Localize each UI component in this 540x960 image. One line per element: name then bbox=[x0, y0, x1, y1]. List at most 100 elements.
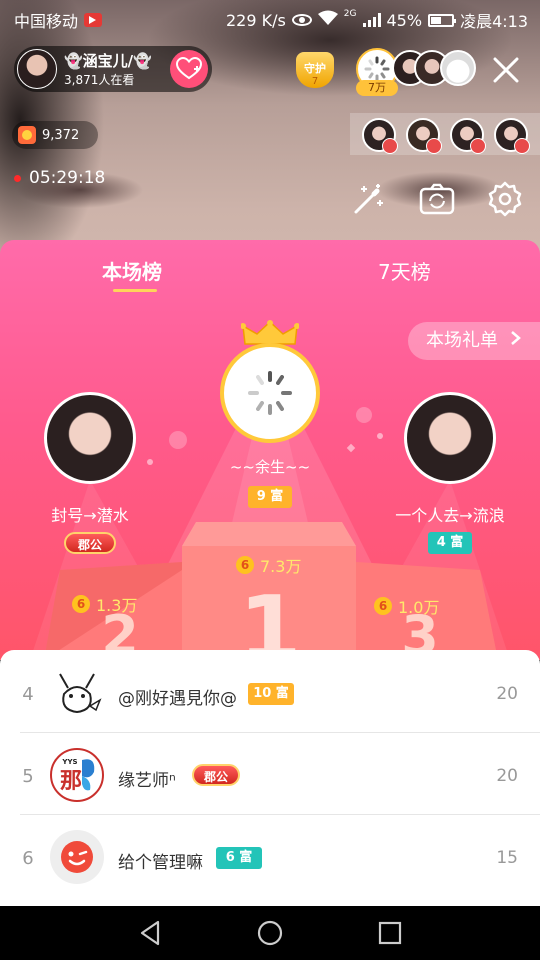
contribution-value: 7万 bbox=[356, 80, 398, 96]
third-place-rich-badge: 4 富 bbox=[428, 532, 472, 554]
badge-icon bbox=[382, 138, 398, 154]
signal-icon bbox=[362, 13, 381, 27]
rank-number: 4 bbox=[22, 684, 34, 705]
magic-wand-icon bbox=[354, 184, 383, 214]
ranking-tabs: 本场榜 7天榜 bbox=[0, 240, 540, 296]
home-circle-icon bbox=[257, 920, 283, 946]
flame-icon: 6 bbox=[72, 595, 90, 613]
tab-seven-days[interactable]: 7天榜 bbox=[378, 256, 431, 285]
close-icon bbox=[493, 57, 519, 83]
user-score: 15 bbox=[496, 848, 518, 868]
camera-switch-icon bbox=[419, 183, 455, 215]
avatar-glyph-text: 那 bbox=[60, 769, 82, 794]
close-button[interactable] bbox=[490, 54, 522, 86]
second-place-name: 封号→潜水 bbox=[51, 506, 129, 525]
heart-plus-icon bbox=[176, 57, 202, 80]
recents-button[interactable] bbox=[375, 918, 405, 948]
back-button[interactable] bbox=[136, 918, 166, 948]
badge-icon bbox=[514, 138, 530, 154]
rank-number: 5 bbox=[22, 766, 34, 787]
carrier-name: 中国移动 bbox=[14, 12, 79, 31]
coin-balance[interactable]: 9,372 bbox=[12, 121, 98, 149]
host-info[interactable]: 👻涵宝儿/👻 3,871人在看 bbox=[14, 46, 212, 92]
gear-icon bbox=[488, 181, 522, 217]
third-place-score: 6 1.0万 bbox=[374, 594, 439, 618]
first-place-score: 6 7.3万 bbox=[236, 553, 301, 577]
viewer-avatar[interactable] bbox=[440, 50, 476, 86]
user-name: @刚好遇見你@ bbox=[118, 689, 237, 709]
guard-label: 守护 bbox=[304, 62, 326, 75]
noble-badge: 郡公 bbox=[192, 764, 240, 786]
rich-badge: 6 富 bbox=[216, 847, 262, 869]
rich-badge: 10 富 bbox=[248, 683, 294, 705]
flame-icon: 6 bbox=[374, 597, 392, 615]
user-name: 给个管理嘛 bbox=[118, 853, 203, 873]
avatar-brand-text: YYS bbox=[61, 758, 77, 766]
viewer-count: 3,871人在看 bbox=[64, 73, 135, 87]
second-place-noble-badge: 郡公 bbox=[64, 532, 116, 554]
guard-badge[interactable]: 守护 7 bbox=[292, 48, 338, 94]
flame-icon: 6 bbox=[236, 556, 254, 574]
user-avatar[interactable] bbox=[50, 666, 104, 720]
list-item[interactable]: 4 @刚好遇見你@ 10 富 20 bbox=[0, 652, 540, 734]
screen-record-icon bbox=[84, 13, 103, 27]
third-place-avatar[interactable] bbox=[404, 392, 496, 484]
divider bbox=[20, 814, 540, 815]
settings-button[interactable] bbox=[486, 180, 524, 218]
status-bar: 中国移动 229 K/s 2G 45% 凌晨4:13 bbox=[0, 0, 540, 36]
loading-icon bbox=[248, 371, 292, 415]
wink-face-icon bbox=[61, 841, 93, 873]
live-dot-icon bbox=[14, 174, 21, 182]
ranking-list: 4 @刚好遇見你@ 10 富 20 5 YYS 那 缘艺师ⁿ 郡公 20 6 给… bbox=[0, 650, 540, 906]
flip-camera-button[interactable] bbox=[418, 180, 456, 218]
host-name: 👻涵宝儿/👻 bbox=[64, 52, 152, 70]
second-place-score: 6 1.3万 bbox=[72, 592, 137, 616]
second-place-avatar[interactable] bbox=[44, 392, 136, 484]
third-place-name: 一个人去→流浪 bbox=[395, 506, 505, 525]
gift-list-label: 本场礼单 bbox=[426, 330, 498, 351]
navigation-bar bbox=[0, 906, 540, 960]
eye-icon bbox=[291, 14, 312, 26]
gift-list-button[interactable]: 本场礼单 bbox=[408, 322, 540, 360]
beauty-button[interactable] bbox=[350, 180, 388, 218]
divider bbox=[20, 732, 540, 733]
recents-square-icon bbox=[378, 921, 402, 945]
ranking-panel: 2 3 1 本场榜 7天榜 本场礼单 ~~余生~~ 9 富 6 7.3万 封号→… bbox=[0, 240, 540, 660]
live-duration: 05:29:18 bbox=[29, 168, 106, 188]
user-name: 缘艺师ⁿ bbox=[118, 771, 176, 791]
wifi-icon bbox=[317, 10, 338, 30]
network-speed: 229 K/s bbox=[225, 10, 286, 30]
active-tab-indicator bbox=[113, 289, 157, 292]
list-item[interactable]: 6 给个管理嘛 6 富 15 bbox=[0, 816, 540, 898]
home-button[interactable] bbox=[255, 918, 285, 948]
rank-number: 6 bbox=[22, 848, 34, 869]
badge-icon bbox=[426, 138, 442, 154]
badge-icon bbox=[470, 138, 486, 154]
coin-icon bbox=[18, 126, 36, 144]
tab-current-session[interactable]: 本场榜 bbox=[102, 256, 162, 285]
user-score: 20 bbox=[496, 766, 518, 786]
follow-button[interactable] bbox=[170, 50, 208, 88]
fan-avatar[interactable] bbox=[362, 118, 398, 154]
pikachu-sketch-icon bbox=[59, 673, 102, 714]
clock: 凌晨4:13 bbox=[460, 12, 528, 31]
first-place-score-value: 7.3万 bbox=[260, 557, 302, 576]
list-item[interactable]: 5 YYS 那 缘艺师ⁿ 郡公 20 bbox=[0, 734, 540, 816]
battery-icon bbox=[428, 13, 457, 27]
first-place-avatar[interactable] bbox=[220, 343, 320, 443]
podium-number-1: 1 bbox=[239, 577, 302, 660]
battery-percent: 45% bbox=[386, 10, 423, 30]
user-avatar[interactable] bbox=[50, 830, 104, 884]
third-place-score-value: 1.0万 bbox=[398, 598, 440, 617]
guard-count: 7 bbox=[311, 76, 319, 87]
fan-avatar[interactable] bbox=[450, 118, 486, 154]
chevron-right-icon bbox=[510, 331, 521, 345]
user-score: 20 bbox=[496, 684, 518, 704]
user-avatar[interactable]: YYS 那 bbox=[50, 748, 104, 802]
first-place-rich-badge: 9 富 bbox=[248, 486, 292, 508]
fan-avatar[interactable] bbox=[406, 118, 442, 154]
fan-avatar[interactable] bbox=[494, 118, 530, 154]
host-avatar[interactable] bbox=[17, 49, 57, 89]
live-timer: 05:29:18 bbox=[14, 168, 105, 188]
first-place-name: ~~余生~~ bbox=[229, 458, 311, 476]
